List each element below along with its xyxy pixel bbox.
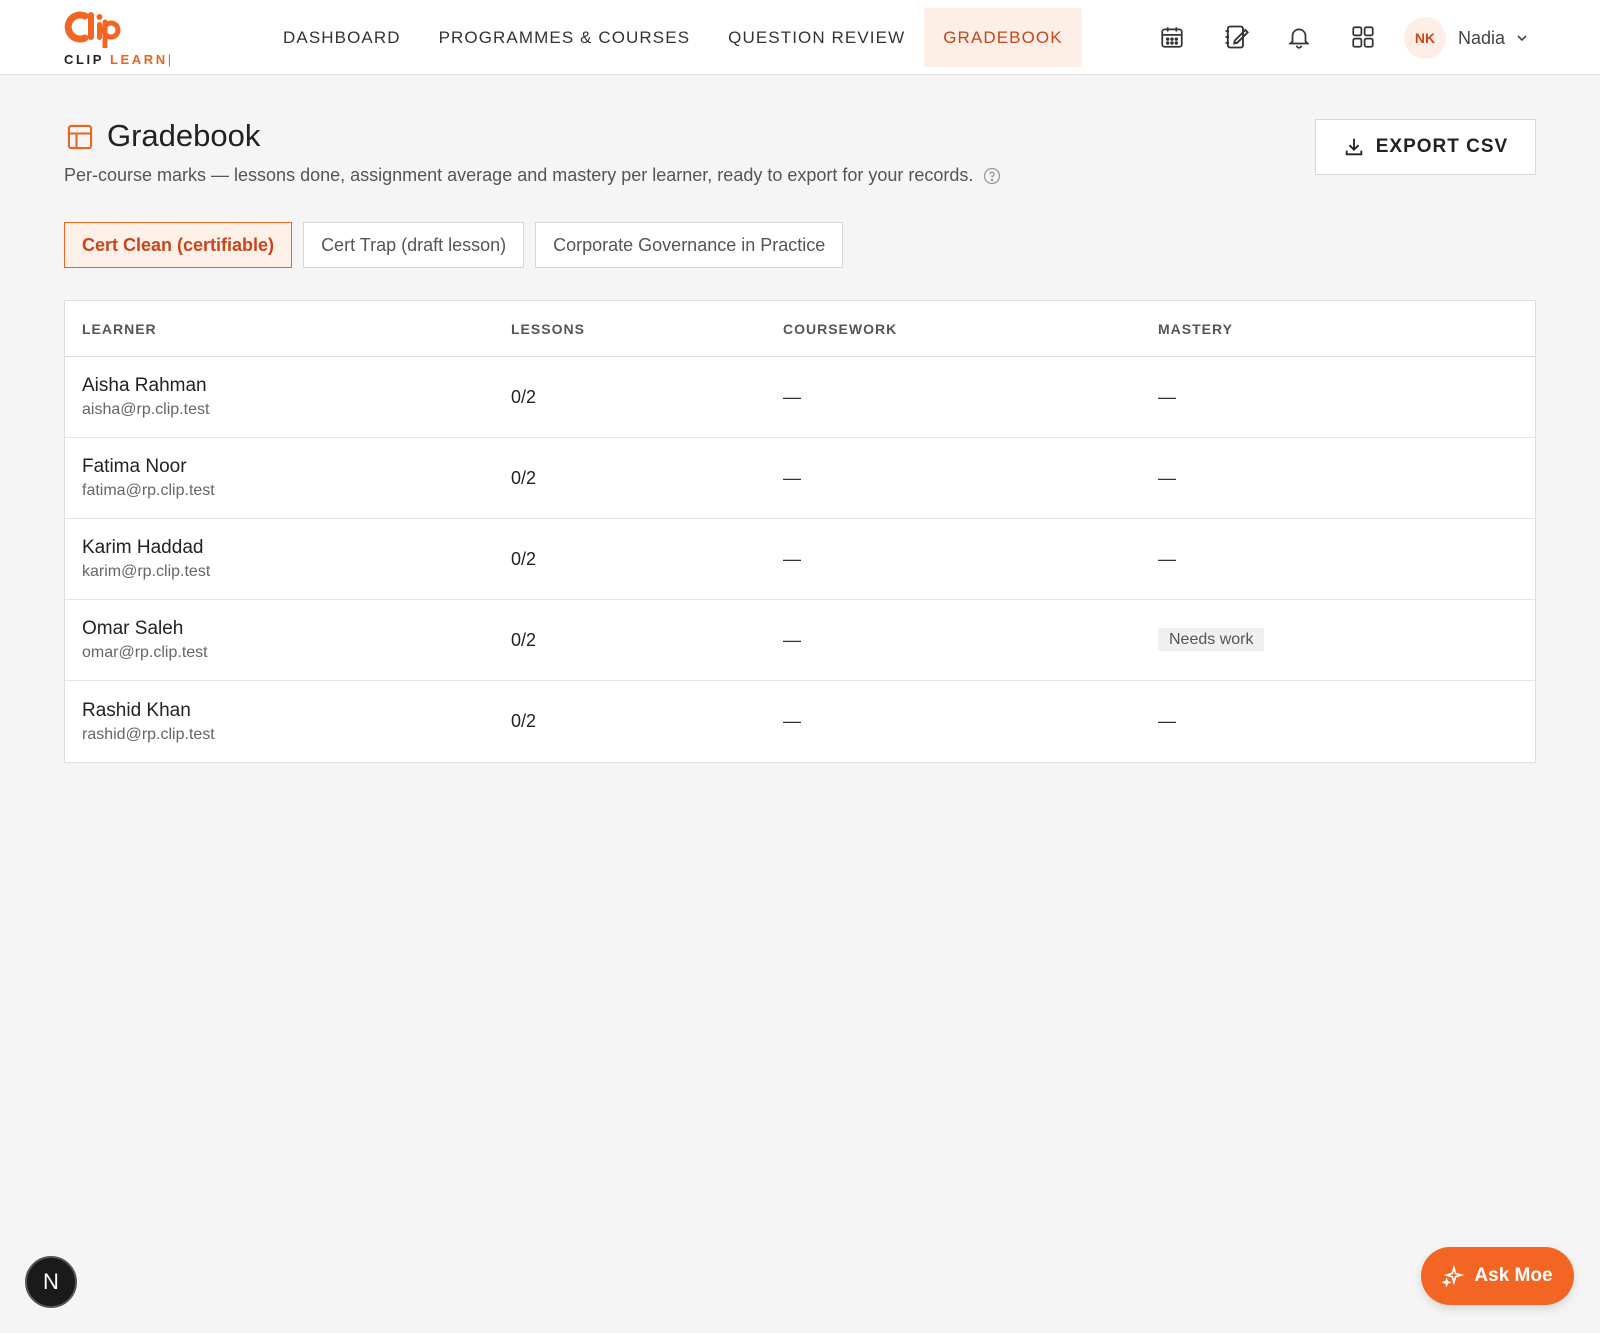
table-header: LEARNER LESSONS COURSEWORK MASTERY [65,301,1535,357]
table-row[interactable]: Rashid Khan rashid@rp.clip.test 0/2 — — [65,681,1535,762]
ask-moe-label: Ask Moe [1474,1265,1553,1286]
avatar: NK [1404,17,1446,59]
mastery-cell: — [1158,711,1176,731]
page-title: Gradebook [107,118,261,153]
lessons-cell: 0/2 [511,629,537,650]
user-menu[interactable]: NK Nadia [1404,16,1529,60]
learner-email: fatima@rp.clip.test [82,482,215,499]
main-nav: DASHBOARD PROGRAMMES & COURSES QUESTION … [264,8,1082,67]
mastery-cell: — [1158,548,1176,569]
tab-corporate-governance[interactable]: Corporate Governance in Practice [535,222,844,268]
nav-programmes-courses[interactable]: PROGRAMMES & COURSES [420,8,710,67]
help-icon[interactable] [983,167,1001,185]
clip-learn-logo[interactable]: CLIP LEARN| [63,8,183,68]
table-row[interactable]: Karim Haddad karim@rp.clip.test 0/2 — — [65,519,1535,600]
nav-question-review[interactable]: QUESTION REVIEW [709,8,924,67]
table-row[interactable]: Aisha Rahman aisha@rp.clip.test 0/2 — — [65,357,1535,438]
chevron-down-icon [1515,31,1529,45]
gradebook-icon [66,123,94,156]
coursework-cell: — [783,548,801,569]
table-row[interactable]: Fatima Noor fatima@rp.clip.test 0/2 — — [65,438,1535,519]
mastery-status-badge: Needs work [1158,628,1265,651]
brand-name-part2: LEARN [110,52,168,67]
user-name: Nadia [1458,27,1506,48]
mastery-cell: Needs work [1158,628,1535,651]
notebook-edit-icon[interactable] [1221,22,1251,52]
learner-cell: Rashid Khan rashid@rp.clip.test [65,700,511,744]
sparkle-icon [1442,1265,1465,1287]
learner-name: Rashid Khan [82,699,191,721]
nav-gradebook[interactable]: GRADEBOOK [924,8,1082,67]
calendar-icon[interactable] [1157,22,1187,52]
learner-name: Fatima Noor [82,456,187,477]
lessons-cell: 0/2 [511,548,537,569]
download-icon [1345,138,1362,156]
ask-moe-button[interactable]: Ask Moe [1421,1247,1574,1305]
tab-cert-trap[interactable]: Cert Trap (draft lesson) [303,222,525,268]
learner-name: Omar Saleh [82,618,184,639]
brand-divider: | [167,52,172,67]
coursework-cell: — [783,629,801,650]
lessons-cell: 0/2 [511,467,537,488]
gradebook-table: LEARNER LESSONS COURSEWORK MASTERY Aisha… [64,300,1536,763]
tab-cert-clean[interactable]: Cert Clean (certifiable) [64,222,293,268]
dev-tools-badge[interactable]: N [25,1256,77,1308]
learner-cell: Aisha Rahman aisha@rp.clip.test [65,375,511,419]
top-navigation-bar: CLIP LEARN| DASHBOARD PROGRAMMES & COURS… [0,0,1600,75]
learner-name: Karim Haddad [82,537,204,558]
learner-email: karim@rp.clip.test [82,563,211,580]
nav-dashboard[interactable]: DASHBOARD [264,8,420,67]
column-header-lessons[interactable]: LESSONS [511,321,783,337]
mastery-cell: — [1158,386,1176,407]
coursework-cell: — [783,711,801,731]
page-description: Per-course marks — lessons done, assignm… [64,165,1001,186]
page-description-text: Per-course marks — lessons done, assignm… [64,165,974,185]
column-header-mastery[interactable]: MASTERY [1158,321,1535,337]
learner-email: rashid@rp.clip.test [82,725,215,743]
table-row[interactable]: Omar Saleh omar@rp.clip.test 0/2 — Needs… [65,600,1535,681]
learner-email: aisha@rp.clip.test [82,401,210,418]
export-csv-button[interactable]: EXPORT CSV [1315,119,1536,175]
learner-email: omar@rp.clip.test [82,644,208,661]
column-header-coursework[interactable]: COURSEWORK [783,321,1158,337]
brand-name: CLIP LEARN| [64,52,171,67]
mastery-cell: — [1158,467,1176,488]
apps-grid-icon[interactable] [1348,22,1378,52]
brand-name-part1: CLIP [64,52,104,67]
lessons-cell: 0/2 [511,386,537,407]
learner-cell: Fatima Noor fatima@rp.clip.test [65,456,511,500]
course-tabs: Cert Clean (certifiable) Cert Trap (draf… [64,222,854,268]
lessons-cell: 0/2 [511,711,537,731]
column-header-learner[interactable]: LEARNER [65,321,511,337]
coursework-cell: — [783,467,801,488]
learner-cell: Karim Haddad karim@rp.clip.test [65,537,511,581]
clip-logo-mark [64,11,121,48]
bell-icon[interactable] [1284,22,1314,52]
learner-name: Aisha Rahman [82,375,207,396]
learner-cell: Omar Saleh omar@rp.clip.test [65,618,511,662]
export-csv-label: EXPORT CSV [1375,136,1509,157]
coursework-cell: — [783,386,801,407]
